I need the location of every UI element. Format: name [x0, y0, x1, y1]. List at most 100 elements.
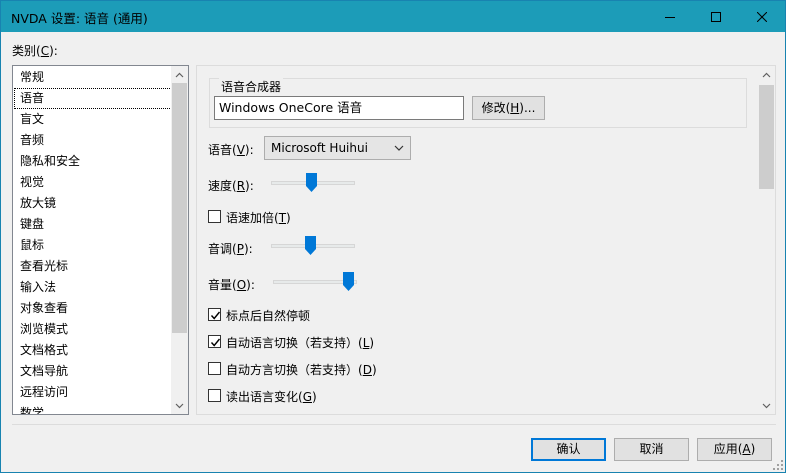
pitch-label-end: ):: [243, 242, 253, 256]
auto-language-label: 自动语言切换（若支持）(L): [226, 334, 374, 351]
category-item[interactable]: 远程访问: [14, 382, 172, 403]
chevron-down-icon: [762, 403, 771, 408]
ok-button[interactable]: 确认: [531, 438, 606, 461]
footer-separator: [12, 424, 776, 425]
category-item[interactable]: 音频: [14, 130, 172, 151]
volume-label-end: ):: [246, 278, 255, 292]
checkbox-box[interactable]: [208, 389, 221, 402]
chevron-down-icon: [175, 403, 184, 408]
voice-select[interactable]: Microsoft Huihui: [264, 136, 411, 160]
voice-label: 语音(V):: [208, 141, 254, 158]
rate-boost-text: 语速加倍(: [226, 211, 279, 225]
voice-label-key: V: [236, 143, 245, 157]
apply-key: A: [742, 442, 751, 456]
category-item[interactable]: 常规: [14, 67, 172, 88]
modify-label: 修改(: [481, 101, 511, 115]
rate-label-key: R: [236, 179, 246, 193]
apply-button[interactable]: 应用(A): [697, 438, 772, 461]
category-item[interactable]: 文档导航: [14, 361, 172, 382]
pitch-label: 音调(P):: [208, 240, 253, 257]
category-label: 类别(C):: [12, 42, 58, 59]
category-item[interactable]: 鼠标: [14, 235, 172, 256]
category-scrollbar[interactable]: [171, 66, 188, 414]
modify-key: H: [510, 101, 520, 115]
checkbox-box[interactable]: [208, 210, 221, 223]
checkbox-box[interactable]: [208, 308, 221, 321]
volume-slider[interactable]: [273, 272, 357, 292]
minimize-button[interactable]: [647, 1, 693, 32]
settings-window: NVDA 设置: 语音 (通用) 类别(C): 常规 语音 盲文 音频 隐私和安全 视觉放…: [0, 0, 786, 473]
chevron-down-icon: [394, 137, 404, 166]
cancel-button[interactable]: 取消: [614, 438, 689, 461]
rate-boost-end: ): [286, 211, 291, 225]
scroll-down-arrow[interactable]: [758, 397, 775, 414]
category-item[interactable]: 浏览模式: [14, 319, 172, 340]
synth-field: Windows OneCore 语音: [214, 96, 464, 120]
category-label-text: 类别(: [12, 44, 41, 58]
category-item[interactable]: 盲文: [14, 109, 172, 130]
panel-scroll-thumb[interactable]: [759, 85, 774, 189]
chevron-up-icon: [762, 72, 771, 77]
category-label-key: C: [40, 44, 50, 58]
checkbox-box[interactable]: [208, 362, 221, 375]
auto-dialect-label: 自动方言切换（若支持）(D): [226, 361, 377, 378]
volume-label: 音量(O):: [208, 276, 255, 293]
rate-boost-key: T: [278, 211, 287, 225]
auto-language-text: 自动语言切换（若支持）(: [226, 336, 363, 350]
check-icon: [210, 338, 221, 347]
volume-label-text: 音量(: [208, 278, 237, 292]
title-bar[interactable]: NVDA 设置: 语音 (通用): [1, 1, 785, 32]
category-item[interactable]: 查看光标: [14, 256, 172, 277]
scroll-up-arrow[interactable]: [758, 66, 775, 83]
rate-label-end: ):: [245, 179, 254, 193]
apply-label-end: ): [750, 442, 756, 456]
scroll-up-arrow[interactable]: [171, 66, 188, 83]
close-button[interactable]: [739, 1, 785, 32]
category-items: 常规 语音 盲文 音频 隐私和安全 视觉 放大镜 键盘 鼠标 查看光标 输入法 对象查看 浏览模式 文档格…: [14, 67, 172, 414]
category-item[interactable]: 文档格式: [14, 340, 172, 361]
category-item[interactable]: 键盘: [14, 214, 172, 235]
modify-label-end: )...: [519, 101, 536, 115]
category-scroll-thumb[interactable]: [172, 83, 187, 333]
category-label-end: ):: [49, 44, 58, 58]
voice-select-value: Microsoft Huihui: [271, 141, 368, 155]
check-icon: [210, 311, 221, 320]
category-item[interactable]: 语音: [14, 88, 172, 109]
report-language-key: G: [302, 390, 312, 404]
category-list[interactable]: 常规 语音 盲文 音频 隐私和安全 视觉 放大镜 键盘 鼠标 查看光标 输入法 对象查看 浏览模式 文档格…: [12, 65, 189, 415]
maximize-icon: [711, 11, 721, 22]
settings-panel: 语音合成器 Windows OneCore 语音 修改(H)... 语音(V):…: [196, 65, 776, 415]
volume-label-key: O: [236, 278, 247, 292]
auto-dialect-text: 自动方言切换（若支持）(: [226, 363, 363, 377]
rate-slider-thumb[interactable]: [306, 173, 317, 192]
report-language-end: ): [312, 390, 317, 404]
category-item[interactable]: 对象查看: [14, 298, 172, 319]
voice-label-text: 语音(: [208, 143, 237, 157]
checkbox-box[interactable]: [208, 335, 221, 348]
voice-label-end: ):: [244, 143, 254, 157]
auto-dialect-key: D: [362, 363, 372, 377]
resize-grip-icon[interactable]: [773, 460, 783, 470]
rate-label-text: 速度(: [208, 179, 237, 193]
volume-slider-thumb[interactable]: [343, 272, 354, 291]
category-item[interactable]: 隐私和安全: [14, 151, 172, 172]
category-item[interactable]: 视觉: [14, 172, 172, 193]
pitch-slider[interactable]: [271, 236, 355, 256]
modify-synth-button[interactable]: 修改(H)...: [472, 96, 545, 120]
rate-boost-label: 语速加倍(T): [226, 209, 291, 226]
panel-scrollbar[interactable]: [758, 66, 775, 414]
category-item[interactable]: 输入法: [14, 277, 172, 298]
close-icon: [757, 11, 767, 22]
report-language-text: 读出语言变化(: [226, 390, 303, 404]
pitch-label-text: 音调(: [208, 242, 237, 256]
maximize-button[interactable]: [693, 1, 739, 32]
category-item[interactable]: 数学: [14, 403, 172, 414]
minimize-icon: [665, 16, 675, 18]
pitch-slider-thumb[interactable]: [305, 236, 316, 255]
chevron-up-icon: [175, 72, 184, 77]
scroll-down-arrow[interactable]: [171, 397, 188, 414]
rate-label: 速度(R):: [208, 177, 254, 194]
category-item[interactable]: 放大镜: [14, 193, 172, 214]
auto-language-end: ): [369, 336, 375, 350]
rate-slider[interactable]: [271, 173, 355, 193]
